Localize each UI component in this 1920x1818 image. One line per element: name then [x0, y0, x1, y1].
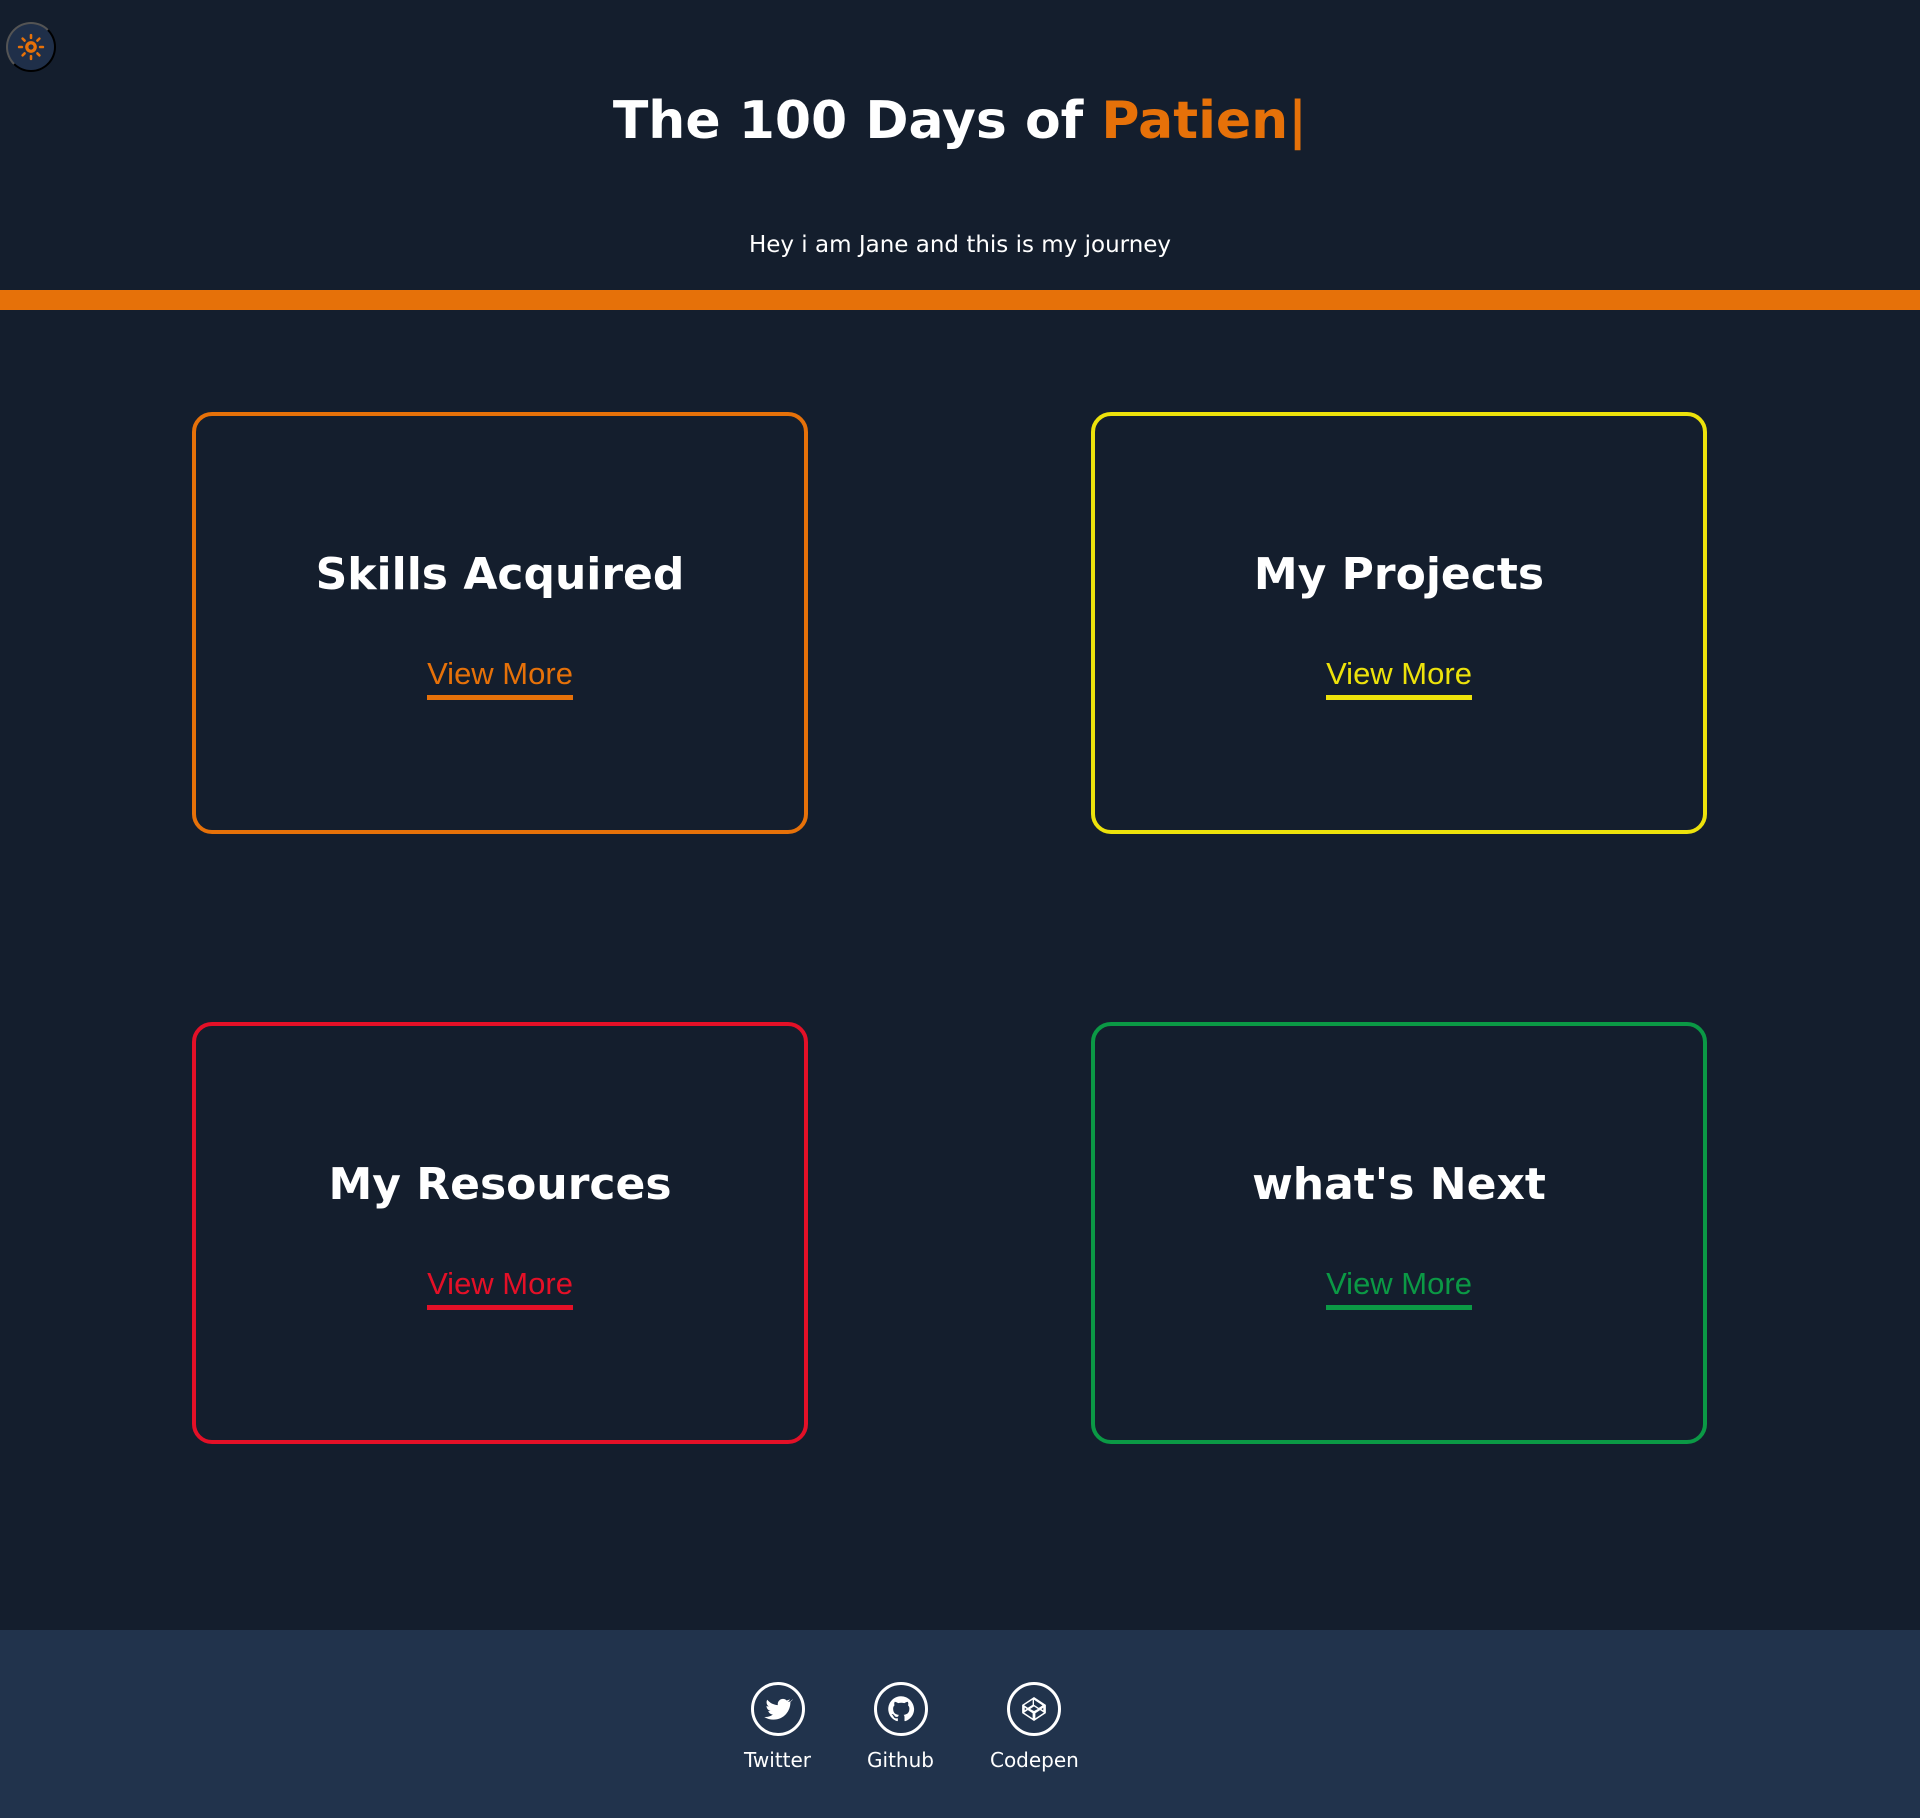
my-projects-view-more-link[interactable]: View More	[1326, 655, 1472, 700]
my-resources-view-more-link[interactable]: View More	[427, 1265, 573, 1310]
landing-page: The 100 Days of Patien| Hey i am Jane an…	[0, 0, 1920, 1818]
twitter-link[interactable]: Twitter	[744, 1682, 811, 1772]
my-projects-title: My Projects	[1253, 548, 1545, 600]
typed-title-highlight: Patien|	[1101, 91, 1308, 151]
twitter-label: Twitter	[744, 1748, 812, 1772]
codepen-link[interactable]: Codepen	[990, 1682, 1079, 1772]
hero-subtitle: Hey i am Jane and this is my journey	[748, 232, 1172, 258]
whats-next-view-more-link[interactable]: View More	[1326, 1265, 1472, 1310]
my-resources-title: My Resources	[328, 1158, 672, 1210]
skills-acquired-title: Skills Acquired	[315, 548, 685, 600]
whats-next-card: what's Next View More	[1091, 1022, 1717, 1454]
hero-section: The 100 Days of Patien| Hey i am Jane an…	[0, 0, 1920, 310]
my-resources-card: My Resources View More	[192, 1022, 818, 1454]
github-link[interactable]: Github	[867, 1682, 934, 1772]
social-links: Twitter Github Codepen	[744, 1682, 1079, 1772]
page-title-prefix: The 100 Days of	[612, 91, 1102, 151]
codepen-icon	[1007, 1682, 1062, 1736]
orange-divider	[0, 290, 1920, 310]
skills-acquired-card: Skills Acquired View More	[192, 412, 818, 844]
page-title: The 100 Days of Patien|	[0, 86, 1920, 156]
codepen-label: Codepen	[989, 1748, 1079, 1772]
github-label: Github	[867, 1748, 934, 1772]
skills-acquired-view-more-link[interactable]: View More	[427, 655, 573, 700]
my-projects-card: My Projects View More	[1091, 412, 1717, 844]
whats-next-title: what's Next	[1252, 1158, 1546, 1210]
github-icon	[873, 1682, 928, 1736]
footer: Twitter Github Codepen	[0, 1630, 1920, 1818]
twitter-icon	[750, 1682, 805, 1736]
